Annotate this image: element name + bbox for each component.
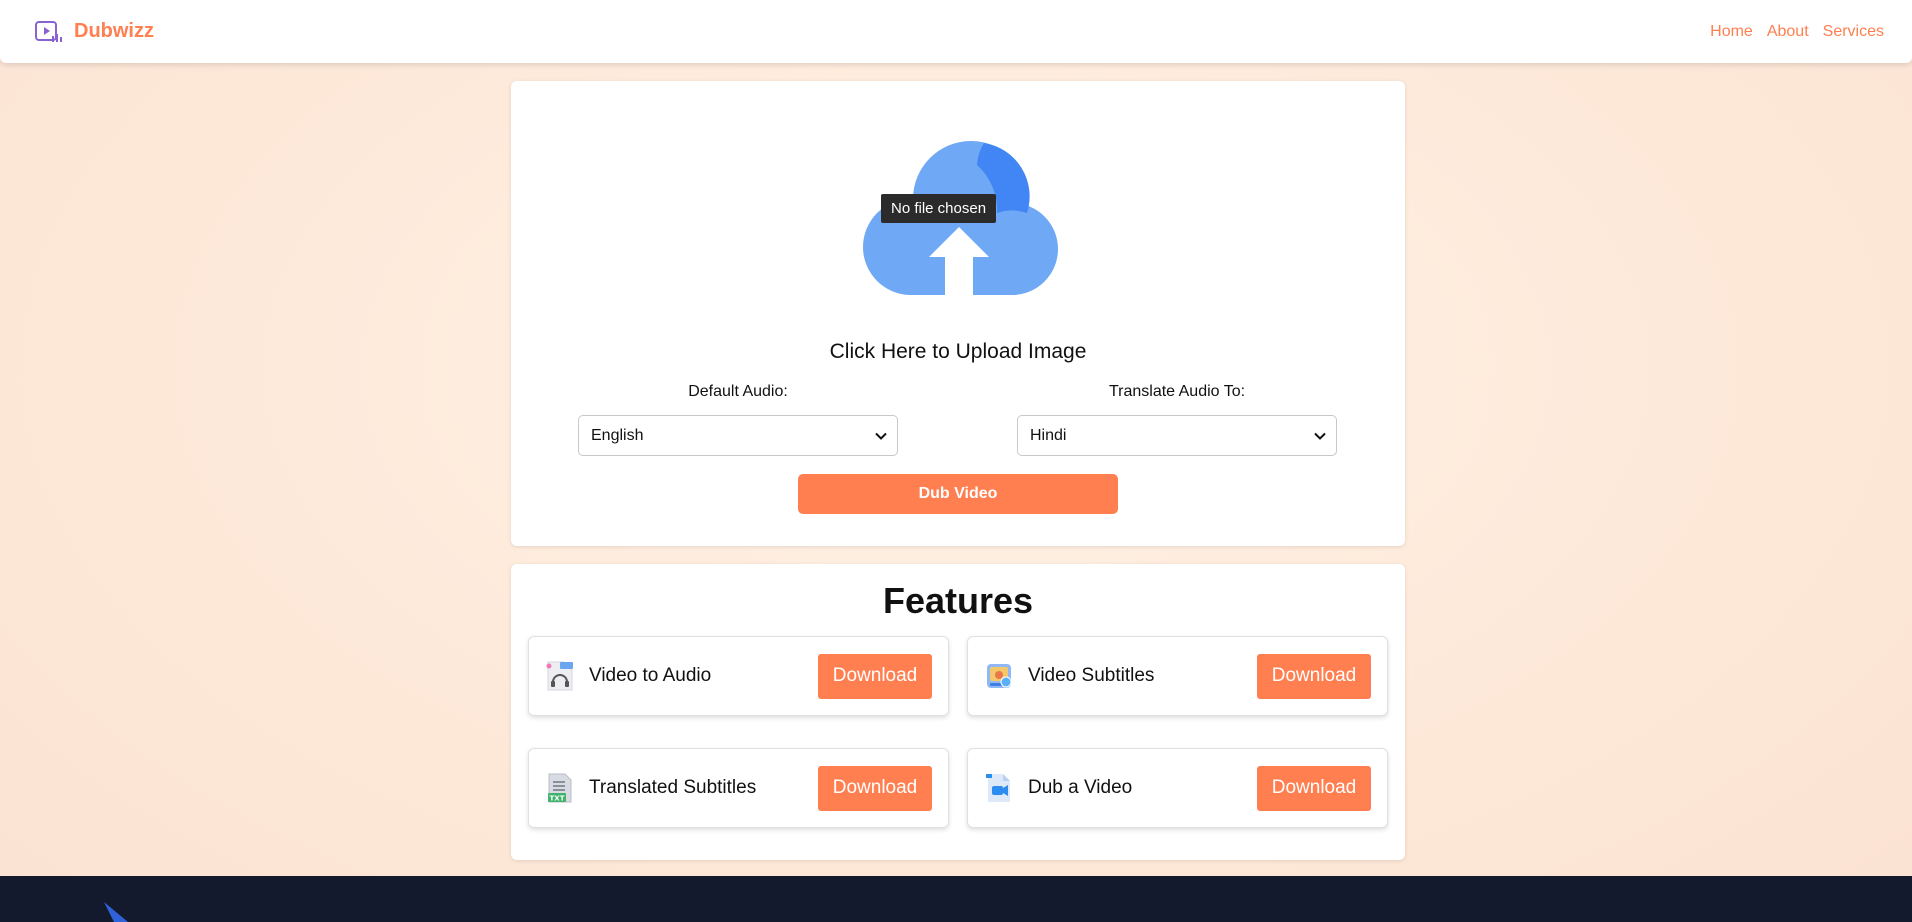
- feature-video-to-audio: Video to Audio Download: [528, 636, 949, 716]
- download-video-to-audio-button[interactable]: Download: [818, 653, 932, 699]
- feature-dub-a-video: Dub a Video Download: [967, 748, 1388, 828]
- default-audio-value: English: [591, 426, 644, 444]
- feature-label: Video to Audio: [589, 665, 712, 686]
- download-dub-a-video-button[interactable]: Download: [1257, 765, 1371, 811]
- feature-label: Dub a Video: [1028, 777, 1133, 798]
- upload-card: No file chosen Click Here to Upload Imag…: [511, 81, 1405, 546]
- translate-audio-select[interactable]: Hindi: [1017, 415, 1337, 456]
- feature-label: Video Subtitles: [1028, 665, 1155, 686]
- video-file-icon: [986, 774, 1010, 802]
- navbar: Dubwizz Home About Services: [0, 0, 1912, 63]
- default-audio-group: Default Audio: English: [578, 383, 898, 456]
- footer-logo-icon: [104, 902, 128, 922]
- default-audio-label: Default Audio:: [688, 383, 788, 400]
- nav-links: Home About Services: [1710, 23, 1884, 41]
- translate-audio-group: Translate Audio To: Hindi: [1017, 383, 1337, 456]
- translate-audio-value: Hindi: [1030, 426, 1067, 444]
- features-title: Features: [882, 580, 1034, 621]
- upload-label[interactable]: Click Here to Upload Image: [511, 340, 1405, 364]
- features-card: Features Video to Audio Download Video S…: [511, 564, 1405, 860]
- txt-file-icon: TXT: [548, 773, 572, 803]
- chevron-down-icon: [875, 432, 887, 440]
- download-video-subtitles-button[interactable]: Download: [1257, 653, 1371, 699]
- chevron-down-icon: [1314, 432, 1326, 440]
- translate-audio-label: Translate Audio To:: [1108, 383, 1246, 400]
- nav-link-home[interactable]: Home: [1710, 23, 1753, 41]
- mp3-headphones-icon: [546, 661, 573, 691]
- brand[interactable]: Dubwizz: [34, 19, 154, 45]
- feature-label: Translated Subtitles: [589, 777, 757, 798]
- svg-text:TXT: TXT: [550, 795, 565, 803]
- footer: [0, 876, 1912, 922]
- video-audio-icon: [35, 20, 62, 42]
- nav-link-about[interactable]: About: [1767, 23, 1809, 41]
- feature-video-subtitles: Video Subtitles Download: [967, 636, 1388, 716]
- feature-translated-subtitles: TXT Translated Subtitles Download: [528, 748, 949, 828]
- dub-video-button[interactable]: Dub Video: [798, 474, 1118, 514]
- brand-name: Dubwizz: [74, 20, 154, 42]
- download-translated-subtitles-button[interactable]: Download: [818, 765, 932, 811]
- file-status-tooltip: No file chosen: [881, 194, 997, 223]
- default-audio-select[interactable]: English: [578, 415, 898, 456]
- subtitles-image-icon: [987, 664, 1012, 688]
- nav-link-services[interactable]: Services: [1823, 23, 1884, 41]
